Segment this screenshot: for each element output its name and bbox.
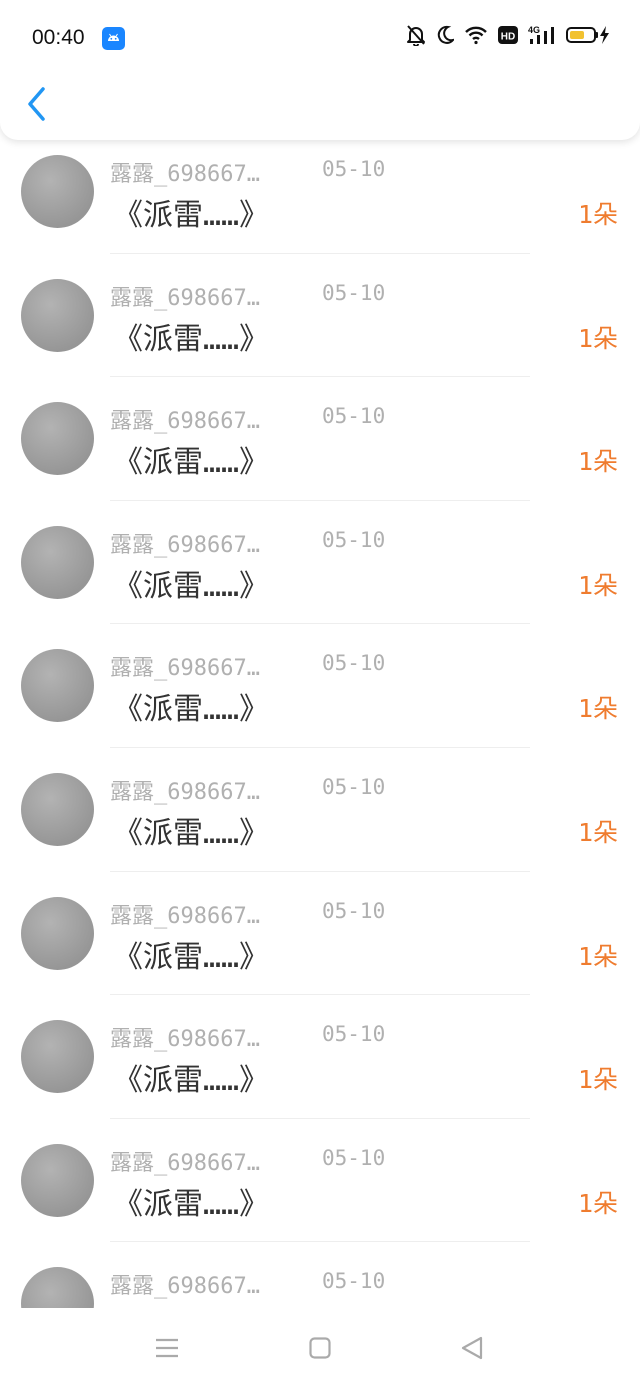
list-item[interactable]: 露露_698667… 05-10 《派雷……》 1朵	[0, 1119, 640, 1243]
back-button[interactable]	[16, 84, 56, 124]
sender-name: 露露_698667…	[110, 532, 260, 558]
list-item[interactable]: 露露_698667… 05-10 《派雷……》 1朵	[0, 130, 640, 254]
back-nav-button[interactable]	[454, 1330, 490, 1366]
menu-icon	[156, 1338, 178, 1358]
list-item[interactable]: 露露_698667…05-10《派雷……》1朵	[0, 1242, 640, 1310]
chevron-left-icon	[28, 87, 45, 121]
item-date: 05-10	[322, 157, 386, 181]
avatar[interactable]	[21, 649, 94, 723]
book-title: 《派雷……》	[113, 1063, 270, 1099]
sender-name: 露露_698667…	[110, 1150, 260, 1176]
book-title: 《派雷……》	[113, 1186, 270, 1222]
list-item[interactable]: 露露_698667… 05-10 《派雷……》 1朵	[0, 995, 640, 1119]
status-bar: 00:40 HD 4G	[0, 0, 640, 78]
avatar[interactable]	[21, 896, 94, 970]
sender-name: 露露_698667…	[110, 779, 260, 805]
avatar[interactable]	[21, 1267, 94, 1310]
flower-count: 1朵	[577, 447, 618, 477]
sender-name: 露露_698667…	[110, 1027, 260, 1053]
home-square-icon	[309, 1337, 331, 1359]
list-item[interactable]: 露露_698667… 05-10 《派雷……》 1朵	[0, 254, 640, 378]
item-date: 05-10	[322, 1269, 386, 1294]
flower-count: 1朵	[577, 941, 618, 971]
flower-count: 1朵	[577, 200, 618, 229]
back-triangle-icon	[461, 1336, 483, 1360]
moon-icon	[437, 25, 454, 44]
list-item[interactable]: 露露_698667… 05-10 《派雷……》 1朵	[0, 748, 640, 872]
item-date: 05-10	[322, 651, 386, 676]
list-item[interactable]: 露露_698667… 05-10 《派雷……》 1朵	[0, 501, 640, 625]
flower-count: 1朵	[577, 1188, 618, 1218]
book-title: 《派雷……》	[113, 692, 270, 728]
avatar[interactable]	[21, 278, 94, 352]
android-app-icon	[102, 27, 125, 50]
list-item[interactable]: 露露_698667… 05-10 《派雷……》 1朵	[0, 624, 640, 748]
sender-name: 露露_698667…	[110, 1274, 260, 1300]
item-date: 05-10	[322, 1145, 386, 1170]
gift-record-list[interactable]: 露露_698667… 05-10 《派雷……》 1朵 露露_698667… 05-10 《派…	[0, 130, 640, 1310]
item-date: 05-10	[322, 898, 386, 923]
book-title: 《派雷……》	[113, 445, 270, 481]
status-time: 00:40	[32, 26, 85, 49]
avatar[interactable]	[21, 1020, 94, 1094]
sender-name: 露露_698667…	[110, 903, 260, 929]
item-date: 05-10	[322, 404, 386, 429]
book-title: 《派雷……》	[113, 321, 270, 357]
avatar[interactable]	[21, 1143, 94, 1217]
system-nav-bar	[0, 1308, 640, 1387]
flower-count: 1朵	[577, 694, 618, 724]
network-label: 4G	[528, 25, 540, 35]
flower-count: 1朵	[577, 570, 618, 600]
avatar[interactable]	[21, 525, 94, 599]
hd-label: HD	[501, 32, 515, 43]
flower-count: 1朵	[577, 817, 618, 847]
flower-count: 1朵	[577, 1065, 618, 1095]
wifi-icon	[465, 26, 487, 45]
book-title: 《派雷……》	[113, 815, 270, 851]
avatar[interactable]	[21, 155, 94, 228]
flower-count: 1朵	[577, 323, 618, 353]
book-title: 《派雷……》	[113, 939, 270, 975]
list-item[interactable]: 露露_698667… 05-10 《派雷……》 1朵	[0, 377, 640, 501]
item-date: 05-10	[322, 527, 386, 552]
avatar[interactable]	[21, 772, 94, 846]
item-date: 05-10	[322, 774, 386, 799]
item-date: 05-10	[322, 280, 386, 305]
sender-name: 露露_698667…	[110, 409, 260, 435]
avatar[interactable]	[21, 402, 94, 476]
menu-button[interactable]	[149, 1330, 185, 1366]
battery-charging-icon	[566, 26, 609, 44]
book-title: 《派雷……》	[113, 568, 270, 604]
home-button[interactable]	[302, 1330, 338, 1366]
hd-icon: HD	[498, 26, 518, 44]
sender-name: 露露_698667…	[110, 285, 260, 311]
sender-name: 露露_698667…	[110, 162, 260, 187]
item-date: 05-10	[322, 1022, 386, 1047]
list-item[interactable]: 露露_698667… 05-10 《派雷……》 1朵	[0, 872, 640, 996]
mute-bell-icon	[407, 25, 425, 46]
4g-signal-icon: 4G	[528, 25, 554, 44]
sender-name: 露露_698667…	[110, 656, 260, 682]
book-title: 《派雷……》	[113, 198, 270, 233]
